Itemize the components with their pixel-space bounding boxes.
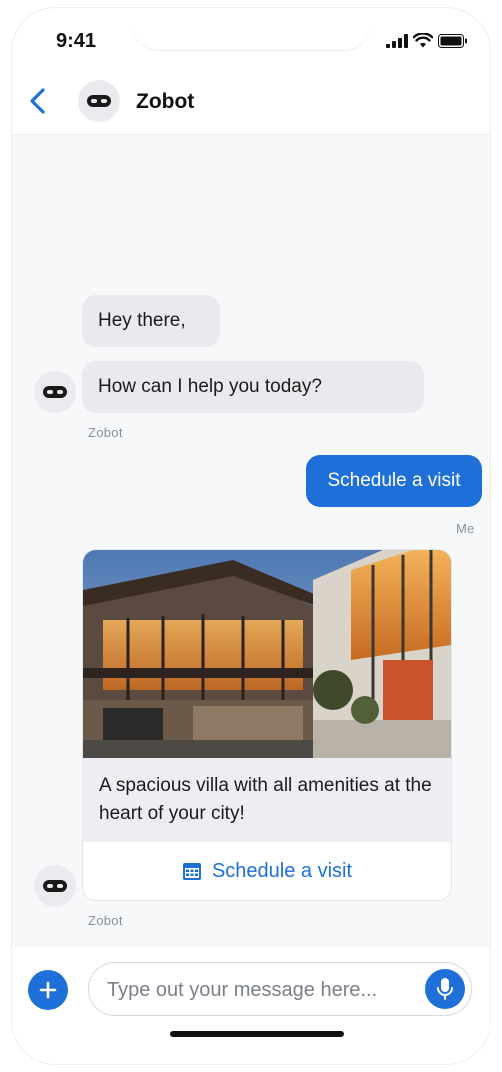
chat-header: Zobot [12,68,490,135]
sender-label: Me [456,521,475,536]
status-time: 9:41 [56,30,97,52]
wifi-icon [413,33,433,48]
add-attachment-button[interactable] [28,970,68,1010]
schedule-visit-button[interactable]: Schedule a visit [83,842,451,900]
chevron-left-icon[interactable] [28,88,48,114]
phone-frame: 9:41 Zobot Hey there, How can I help you… [12,8,490,1064]
message-composer [12,948,490,1064]
bot-message: Hey there, [82,295,220,347]
message-input-wrapper [88,962,472,1017]
signal-icon [386,33,408,48]
mic-button[interactable] [425,969,465,1009]
bot-avatar [34,371,76,413]
card-description: A spacious villa with all amenities at t… [83,758,451,842]
chat-area[interactable]: Hey there, How can I help you today? Zob… [12,135,490,947]
microphone-icon [437,978,453,1000]
property-card: A spacious villa with all amenities at t… [82,549,452,901]
user-message: Schedule a visit [306,455,482,507]
battery-icon [438,33,467,48]
status-icons [386,33,468,48]
message-input[interactable] [105,963,409,1017]
notch [132,8,370,50]
robot-mask-icon [87,95,111,107]
schedule-visit-label: Schedule a visit [211,859,353,882]
calendar-icon [182,863,201,880]
plus-icon [39,981,57,999]
sender-label: Zobot [88,425,123,440]
robot-mask-icon [43,880,67,892]
bot-avatar [34,865,76,907]
chat-title: Zobot [136,90,195,113]
robot-mask-icon [43,386,67,398]
bot-message: How can I help you today? [82,361,424,413]
sender-label: Zobot [88,913,123,928]
home-indicator [170,1031,344,1037]
bot-avatar [78,80,120,122]
villa-image [83,550,451,758]
